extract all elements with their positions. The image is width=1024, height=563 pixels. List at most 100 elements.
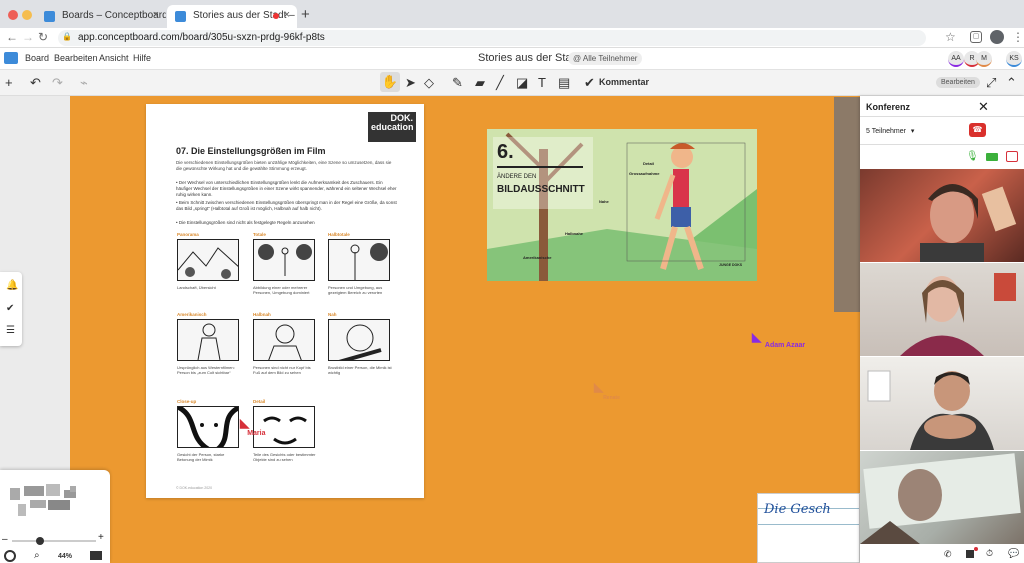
all-participants-badge[interactable]: @ Alle Teilnehmer	[568, 52, 643, 65]
minimize-window-dot[interactable]	[22, 10, 32, 20]
close-icon[interactable]: ✕	[978, 99, 989, 115]
presentation-icon[interactable]	[90, 551, 102, 560]
video-tile-participant-2[interactable]	[860, 263, 1024, 356]
participants-count: 5 Teilnehmer	[866, 128, 906, 135]
sticky-note-icon[interactable]: ▤	[558, 75, 570, 91]
shot-size-cell: Close-up Gesicht der Person, starke Beto…	[177, 399, 241, 462]
slide-title: BILDAUSSCHNITT	[497, 184, 585, 195]
browser-tab-boards[interactable]: Boards – Conceptboard ×	[36, 5, 166, 28]
video-tile-participant-3[interactable]	[860, 357, 1024, 450]
collapse-icon[interactable]: ⌃	[1006, 75, 1017, 91]
extension-icon[interactable]: ▢	[970, 31, 982, 43]
search-icon[interactable]: ⌕	[34, 550, 40, 561]
marker-icon[interactable]: ▰	[475, 75, 485, 91]
microphone-icon[interactable]: 🎙	[966, 151, 979, 162]
star-icon[interactable]: ☆	[945, 30, 956, 44]
profile-icon[interactable]	[990, 30, 1004, 44]
record-indicator-icon	[974, 547, 978, 551]
eraser-icon[interactable]: ◇	[424, 75, 434, 91]
divider	[860, 144, 1024, 145]
list-icon[interactable]: ☰	[6, 325, 15, 336]
more-menu-icon[interactable]: ⋮	[1012, 30, 1024, 44]
forward-icon[interactable]: →	[22, 30, 34, 44]
reload-icon[interactable]: ↻	[38, 30, 48, 44]
cell-caption: Ursprünglich aus Westernfilmen: Person b…	[177, 365, 235, 375]
close-tab-icon[interactable]: ×	[153, 9, 159, 21]
new-tab-button[interactable]: +	[301, 6, 310, 23]
select-tool-icon[interactable]: ➤	[405, 75, 416, 91]
avatar[interactable]: AA	[948, 51, 964, 67]
cell-label: Panorama	[177, 232, 199, 237]
slide-label: Nahe	[599, 199, 609, 204]
cell-label: Amerikanisch	[177, 312, 207, 317]
timer-icon[interactable]: ⏱	[986, 548, 993, 559]
camera-icon[interactable]	[986, 153, 998, 161]
menu-hilfe[interactable]: Hilfe	[133, 53, 151, 63]
menu-board[interactable]: Board	[25, 53, 49, 63]
avatar[interactable]: KS	[1006, 51, 1022, 67]
comment-button[interactable]: Kommentar	[599, 77, 649, 87]
cell-caption: Landschaft, Übersicht	[177, 285, 216, 290]
chat-icon[interactable]: 💬	[1008, 548, 1019, 559]
zoom-slider[interactable]	[12, 537, 96, 545]
shot-size-cell: Amerikanisch Ursprünglich aus Westernfil…	[177, 312, 241, 375]
zoom-slider-handle[interactable]	[36, 537, 44, 545]
slide-label: Halbnahe	[565, 231, 584, 236]
conceptboard-favicon-icon	[175, 11, 186, 22]
minimap-overview[interactable]	[0, 470, 110, 540]
phone-icon[interactable]: ✆	[944, 549, 952, 560]
close-tab-icon[interactable]: ×	[284, 9, 290, 21]
notifications-bell-icon[interactable]: 🔔	[6, 280, 18, 291]
line-icon[interactable]: ╱	[496, 75, 504, 91]
tab-label: Stories aus der Stadt – Co	[193, 10, 297, 21]
close-window-dot[interactable]	[8, 10, 18, 20]
zoom-out-button[interactable]: –	[2, 534, 8, 545]
video-tile-participant-4[interactable]	[860, 451, 1024, 544]
compass-icon[interactable]	[4, 550, 16, 562]
format-painter-icon[interactable]: ⌁	[80, 75, 88, 91]
conceptboard-favicon-icon	[44, 11, 55, 22]
menu-ansicht[interactable]: Ansicht	[99, 53, 129, 63]
add-icon[interactable]: +	[5, 75, 13, 90]
undo-icon[interactable]: ↶	[30, 75, 41, 91]
comment-icon[interactable]: ✔	[584, 75, 595, 91]
back-icon[interactable]: ←	[6, 30, 18, 44]
hand-tool-icon[interactable]: ✋	[380, 72, 400, 92]
screen-share-off-icon[interactable]	[1006, 151, 1018, 162]
worksheet-document[interactable]: DOK. education 07. Die Einstellungsgröße…	[146, 104, 424, 498]
slide-number: 6.	[497, 141, 514, 163]
close-up-drawing	[177, 406, 239, 448]
text-icon[interactable]: T	[538, 75, 546, 90]
edit-mode-badge[interactable]: Bearbeiten	[936, 77, 980, 88]
shapes-icon[interactable]: ◪	[516, 75, 528, 91]
layout-icon[interactable]	[966, 550, 974, 558]
fullscreen-icon[interactable]: ⤢	[986, 75, 996, 91]
address-bar: ← → ↻ 🔒 app.conceptboard.com/board/305u-…	[0, 28, 1024, 48]
pen-icon[interactable]: ✎	[452, 75, 463, 91]
board-title[interactable]: Stories aus der Stadt	[478, 52, 581, 64]
cell-caption: Gesicht der Person, starke Betonung der …	[177, 452, 225, 462]
collaborator-cursor: ◣ Maria	[240, 416, 269, 437]
slide-image[interactable]: 6. ÄNDERE DEN BILDAUSSCHNITT Detail Gros…	[487, 129, 757, 281]
conceptboard-logo-icon[interactable]	[4, 52, 18, 64]
minimap-panel: – + ⌕ 44%	[0, 470, 110, 563]
shot-size-cell: Panorama Landschaft, Übersicht	[177, 232, 241, 290]
slide-label: Detail	[643, 161, 654, 166]
redo-icon[interactable]: ↷	[52, 75, 63, 91]
document-bullet: • Der Wechsel von unterschiedlichen Eins…	[176, 180, 397, 197]
handwriting-image[interactable]: Die Gesch	[757, 493, 860, 563]
video-tile-participant-1[interactable]	[860, 169, 1024, 262]
menu-bearbeiten[interactable]: Bearbeiten	[54, 53, 98, 63]
end-call-button[interactable]: ☎	[969, 123, 986, 137]
url-field[interactable]: 🔒 app.conceptboard.com/board/305u-sxzn-p…	[58, 30, 926, 46]
cursor-arrow-icon: ◣	[240, 416, 250, 430]
tasks-check-icon[interactable]: ✔	[6, 303, 14, 314]
slide-subtitle: ÄNDERE DEN	[497, 174, 537, 180]
nah-drawing	[328, 319, 390, 361]
avatar[interactable]: M	[976, 51, 992, 67]
participants-dropdown[interactable]: 5 Teilnehmer ▾	[866, 127, 914, 135]
amerikanisch-drawing	[177, 319, 239, 361]
cursor-name: Adam Azaar	[764, 342, 806, 349]
zoom-in-button[interactable]: +	[98, 532, 104, 543]
browser-tab-stories[interactable]: Stories aus der Stadt – Co ×	[167, 5, 297, 28]
